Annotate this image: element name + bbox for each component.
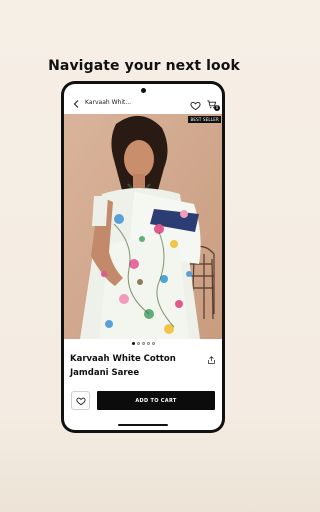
carousel-dot[interactable] bbox=[146, 342, 150, 345]
heart-icon bbox=[75, 397, 86, 405]
app-screen: Karvaah Whit... 0 BEST SELLER Karvaah Wh… bbox=[64, 84, 222, 430]
share-button[interactable] bbox=[207, 352, 217, 364]
carousel-dot[interactable] bbox=[141, 342, 145, 345]
home-indicator[interactable] bbox=[118, 424, 168, 426]
carousel-dot[interactable] bbox=[151, 342, 155, 345]
wishlist-button[interactable] bbox=[71, 391, 90, 410]
top-bar: Karvaah Whit... 0 bbox=[64, 96, 222, 112]
carousel-dot[interactable] bbox=[131, 342, 135, 345]
cart-button[interactable]: 0 bbox=[206, 97, 220, 111]
phone-frame: Karvaah Whit... 0 BEST SELLER Karvaah Wh… bbox=[61, 81, 225, 433]
chevron-left-icon bbox=[73, 100, 79, 108]
carousel-dots bbox=[64, 342, 222, 345]
promo-headline: Navigate your next look bbox=[48, 58, 240, 74]
page-title: Karvaah Whit... bbox=[85, 99, 132, 106]
product-image[interactable]: BEST SELLER bbox=[64, 114, 222, 339]
add-to-cart-button[interactable]: ADD TO CART bbox=[97, 391, 215, 410]
product-name: Karvaah White Cotton Jamdani Saree bbox=[70, 354, 176, 378]
carousel-dot[interactable] bbox=[136, 342, 140, 345]
best-seller-badge: BEST SELLER bbox=[188, 116, 221, 123]
back-button[interactable] bbox=[71, 99, 81, 109]
cart-count-badge: 0 bbox=[214, 105, 220, 111]
wishlist-top-button[interactable] bbox=[190, 98, 201, 111]
bottom-action-bar: ADD TO CART bbox=[64, 386, 222, 414]
camera-notch bbox=[141, 88, 146, 93]
product-photo bbox=[64, 114, 222, 339]
heart-icon bbox=[190, 101, 201, 111]
share-icon bbox=[208, 356, 215, 364]
